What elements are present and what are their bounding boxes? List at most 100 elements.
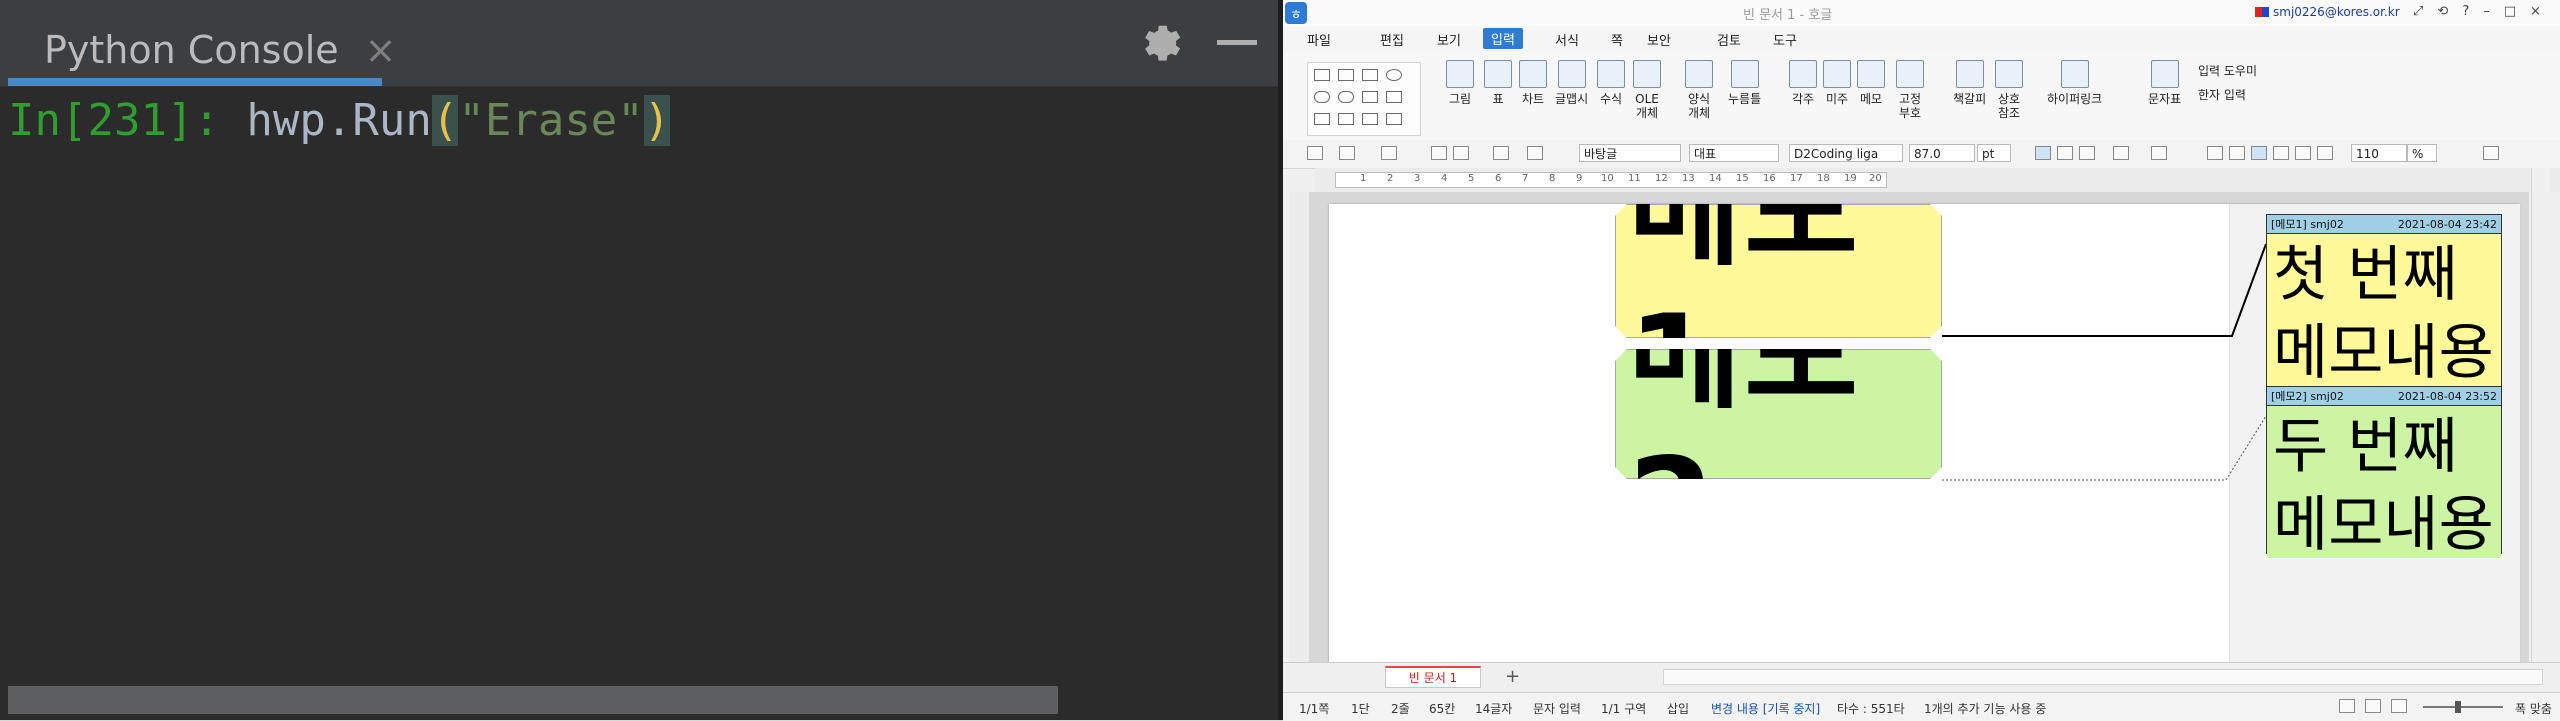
view-page-icon[interactable] — [2365, 699, 2381, 713]
status-track-changes[interactable]: 변경 내용 [기록 중지] — [1711, 700, 1820, 717]
toolbar-options-icon[interactable] — [2483, 146, 2499, 160]
zoom-unit[interactable]: % — [2407, 144, 2437, 162]
new-document-icon[interactable] — [1307, 146, 1323, 160]
strike-icon[interactable] — [2113, 146, 2129, 160]
view-normal-icon[interactable] — [2339, 699, 2355, 713]
menu-security[interactable]: 보안 — [1647, 30, 1671, 49]
insert-form-button[interactable]: 양식 개체 — [1683, 60, 1715, 120]
bold-icon[interactable] — [2035, 146, 2051, 160]
menu-file[interactable]: 파일 — [1307, 30, 1331, 49]
zoom-fit-width[interactable]: 폭 맞춤 — [2515, 700, 2552, 717]
insert-fixed-symbol-button[interactable]: 고정 부호 — [1895, 60, 1925, 120]
status-typing-speed: 타수 : 551타 — [1837, 702, 1905, 716]
close-icon[interactable]: × — [365, 28, 397, 72]
memo-text-1[interactable]: 첫 번째 메모내용 — [2267, 234, 2501, 390]
memo-date-2: 2021-08-04 23:52 — [2397, 389, 2497, 403]
style-select[interactable]: 바탕글 — [1579, 144, 1681, 162]
polygon-shape-icon[interactable] — [1362, 91, 1378, 103]
align-center-icon[interactable] — [2251, 146, 2267, 160]
preview-icon[interactable] — [1453, 146, 1469, 160]
view-web-icon[interactable] — [2391, 699, 2407, 713]
save-icon[interactable] — [1381, 146, 1397, 160]
print-icon[interactable] — [1431, 146, 1447, 160]
open-folder-icon[interactable] — [1339, 146, 1355, 160]
align-justify-icon[interactable] — [2207, 146, 2223, 160]
console-tab[interactable]: Python Console × — [8, 14, 425, 86]
insert-endnote-button[interactable]: 미주 — [1823, 60, 1851, 106]
fullscreen-icon[interactable]: ⤢ — [2413, 4, 2423, 19]
maximize-window-icon[interactable]: □ — [2504, 4, 2516, 19]
menu-review[interactable]: 검토 — [1717, 30, 1741, 49]
minimize-window-icon[interactable]: – — [2483, 4, 2490, 19]
document-tab[interactable]: 빈 문서 1 — [1385, 666, 1481, 688]
rect-shape-icon[interactable] — [1314, 69, 1330, 81]
memo-box-2[interactable]: [메모2] smj02 2021-08-04 23:52 두 번째 메모내용 — [2266, 386, 2502, 560]
menu-view[interactable]: 보기 — [1437, 30, 1461, 49]
font-size-input[interactable]: 87.0 — [1909, 144, 1975, 162]
menu-format[interactable]: 서식 — [1555, 30, 1579, 49]
insert-equation-button[interactable]: 수식 — [1597, 60, 1625, 106]
horizontal-scrollbar-doc[interactable] — [1663, 669, 2543, 685]
ellipse-shape-icon[interactable] — [1386, 69, 1402, 81]
vertical-scrollbar[interactable] — [2531, 168, 2550, 662]
insert-chart-button[interactable]: 차트 — [1519, 60, 1547, 106]
zoom-slider-thumb[interactable] — [2455, 701, 2461, 713]
insert-footnote-button[interactable]: 각주 — [1789, 60, 1817, 106]
insert-ole-button[interactable]: OLE 개체 — [1631, 60, 1663, 120]
gear-icon[interactable] — [1135, 20, 1181, 66]
insert-field-button[interactable]: 누름틀 — [1728, 60, 1761, 106]
language-select[interactable]: 대표 — [1689, 144, 1779, 162]
insert-bookmark-button[interactable]: 책갈피 — [1953, 60, 1986, 106]
italic-icon[interactable] — [2057, 146, 2073, 160]
insert-textart-button[interactable]: 글맵시 — [1555, 60, 1588, 106]
arc-shape-icon[interactable] — [1338, 91, 1354, 103]
memo-anchor-2[interactable]: 메모2 — [1615, 349, 1942, 479]
menu-tools[interactable]: 도구 — [1773, 30, 1797, 49]
input-helper-button[interactable]: 입력 도우미 — [2198, 62, 2257, 79]
menu-page[interactable]: 쪽 — [1611, 30, 1623, 49]
memo-anchor-1[interactable]: 메모1 — [1615, 204, 1942, 338]
memo-text-2[interactable]: 두 번째 메모내용 — [2267, 406, 2501, 560]
elbow-line-icon[interactable] — [1338, 113, 1354, 125]
font-select[interactable]: D2Coding liga — [1789, 144, 1903, 162]
insert-crossref-button[interactable]: 상호 참조 — [1994, 60, 2024, 120]
curve-shape-icon[interactable] — [1314, 91, 1330, 103]
insert-picture-button[interactable]: 그림 — [1446, 60, 1474, 106]
align-left-icon[interactable] — [2229, 146, 2245, 160]
underline-icon[interactable] — [2079, 146, 2095, 160]
console-input-line[interactable]: In[231]: hwp.Run ( "Erase" ) — [8, 90, 671, 150]
font-unit-select[interactable]: pt — [1977, 144, 2011, 162]
hanja-input-button[interactable]: 한자 입력 — [2198, 86, 2246, 103]
insert-table-button[interactable]: 표 — [1484, 60, 1512, 106]
memo-box-1[interactable]: [메모1] smj02 2021-08-04 23:42 첫 번째 메모내용 — [2266, 214, 2502, 390]
zoom-input[interactable]: 110 — [2351, 144, 2407, 162]
close-window-icon[interactable]: × — [2530, 4, 2541, 19]
shape-palette[interactable] — [1307, 62, 1421, 136]
insert-hyperlink-button[interactable]: 하이퍼링크 — [2047, 60, 2102, 106]
align-right-icon[interactable] — [2273, 146, 2289, 160]
user-account[interactable]: smj0226@kores.or.kr — [2255, 5, 2400, 19]
zoom-slider[interactable] — [2423, 706, 2503, 708]
add-tab-icon[interactable]: + — [1505, 666, 1520, 687]
connector-shape-icon[interactable] — [1386, 91, 1402, 103]
font-color-icon[interactable] — [2151, 146, 2167, 160]
redo-icon[interactable] — [1527, 146, 1543, 160]
insert-symbol-button[interactable]: 문자표 — [2148, 60, 2181, 106]
line-shape-icon[interactable] — [1314, 113, 1330, 125]
textbox-shape-icon[interactable] — [1338, 69, 1354, 81]
menu-insert[interactable]: 입력 — [1483, 28, 1523, 49]
square-shape-icon[interactable] — [1362, 69, 1378, 81]
align-divide-icon[interactable] — [2317, 146, 2333, 160]
align-distribute-icon[interactable] — [2295, 146, 2311, 160]
horizontal-ruler: 1 2 3 4 5 6 7 8 9 10 11 12 13 14 15 16 1… — [1315, 168, 2560, 192]
menu-edit[interactable]: 편집 — [1380, 30, 1404, 49]
undo-icon[interactable] — [1493, 146, 1509, 160]
status-insert-mode[interactable]: 삽입 — [1667, 700, 1689, 717]
curve-line-icon[interactable] — [1362, 113, 1378, 125]
horizontal-scrollbar[interactable] — [8, 686, 1058, 714]
insert-memo-button[interactable]: 메모 — [1857, 60, 1885, 106]
refresh-icon[interactable]: ⟲ — [2437, 4, 2448, 19]
help-icon[interactable]: ? — [2462, 4, 2469, 19]
arrow-line-icon[interactable] — [1386, 113, 1402, 125]
minimize-icon[interactable] — [1217, 40, 1257, 45]
